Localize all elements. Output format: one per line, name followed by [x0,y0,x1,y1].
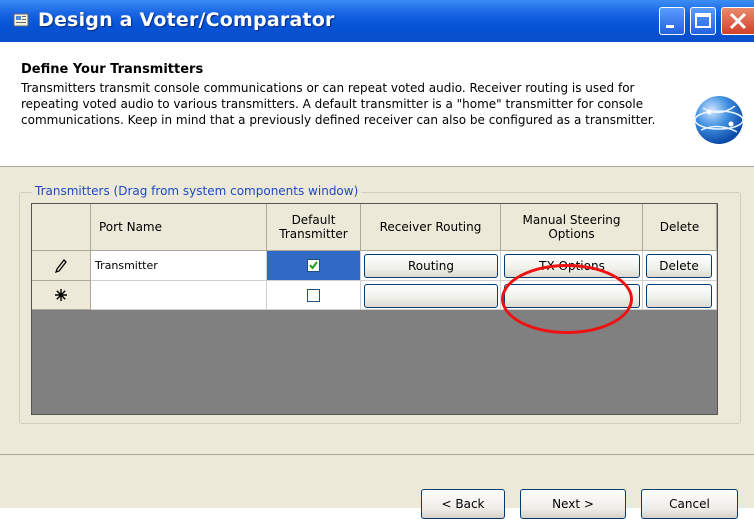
header-divider [0,166,754,167]
minimize-button[interactable] [659,7,685,35]
default-transmitter-cell[interactable] [267,251,361,281]
close-button[interactable] [721,7,754,35]
new-row-indicator[interactable] [32,281,91,310]
new-row-star-icon [55,289,67,301]
wizard-header: Define Your Transmitters Transmitters tr… [0,42,754,166]
next-button[interactable]: Next > [520,489,626,519]
new-routing-button[interactable] [364,284,498,308]
wizard-window: Define Your Transmitters Transmitters tr… [0,42,754,519]
next-button-label: Next > [552,497,594,511]
row-indicator[interactable] [32,251,91,281]
column-header-port-name-label: Port Name [99,220,163,234]
cancel-button[interactable]: Cancel [641,489,738,519]
delete-button[interactable]: Delete [646,254,712,278]
new-port-name-cell[interactable] [91,281,267,310]
column-header-manual-steering-line1: Manual Steering [522,213,621,227]
column-header-port-name[interactable]: Port Name [91,204,267,251]
minimize-icon [666,25,674,28]
pencil-edit-icon [55,258,67,273]
close-icon [729,12,747,30]
new-default-transmitter-cell[interactable] [267,281,361,310]
maximize-button[interactable] [690,7,716,35]
grid-corner-header [32,204,91,251]
title-bar[interactable]: Design a Voter/Comparator [0,0,754,42]
column-header-delete[interactable]: Delete [643,204,717,251]
page-title: Define Your Transmitters [21,62,204,77]
checkmark-icon [309,261,318,270]
column-header-receiver-routing[interactable]: Receiver Routing [361,204,501,251]
new-delete-button[interactable] [646,284,712,308]
column-header-manual-steering[interactable]: Manual Steering Options [501,204,643,251]
page-description: Transmitters transmit console communicat… [21,81,656,127]
back-button[interactable]: < Back [421,489,505,519]
column-header-default-transmitter[interactable]: Default Transmitter [267,204,361,251]
window-title: Design a Voter/Comparator [38,9,335,31]
column-header-default-line2: Transmitter [279,227,348,241]
column-header-receiver-routing-label: Receiver Routing [379,220,482,234]
new-default-transmitter-checkbox[interactable] [307,288,320,302]
column-header-manual-steering-line2: Options [548,227,595,241]
routing-button[interactable]: Routing [364,254,498,278]
port-name-cell[interactable]: Transmitter [91,251,267,281]
maximize-icon [695,13,711,28]
default-transmitter-checkbox[interactable] [307,259,320,272]
groupbox-legend: Transmitters (Drag from system component… [32,184,362,198]
globe-icon [694,96,744,144]
back-button-label: < Back [441,497,485,511]
column-header-delete-label: Delete [659,220,700,234]
column-header-default-line1: Default [291,213,336,227]
port-name-value: Transmitter [95,259,158,272]
footer-divider [0,454,754,455]
cancel-button-label: Cancel [669,497,710,511]
highlight-ring-annotation [501,264,633,334]
wizard-app-icon [13,13,29,27]
